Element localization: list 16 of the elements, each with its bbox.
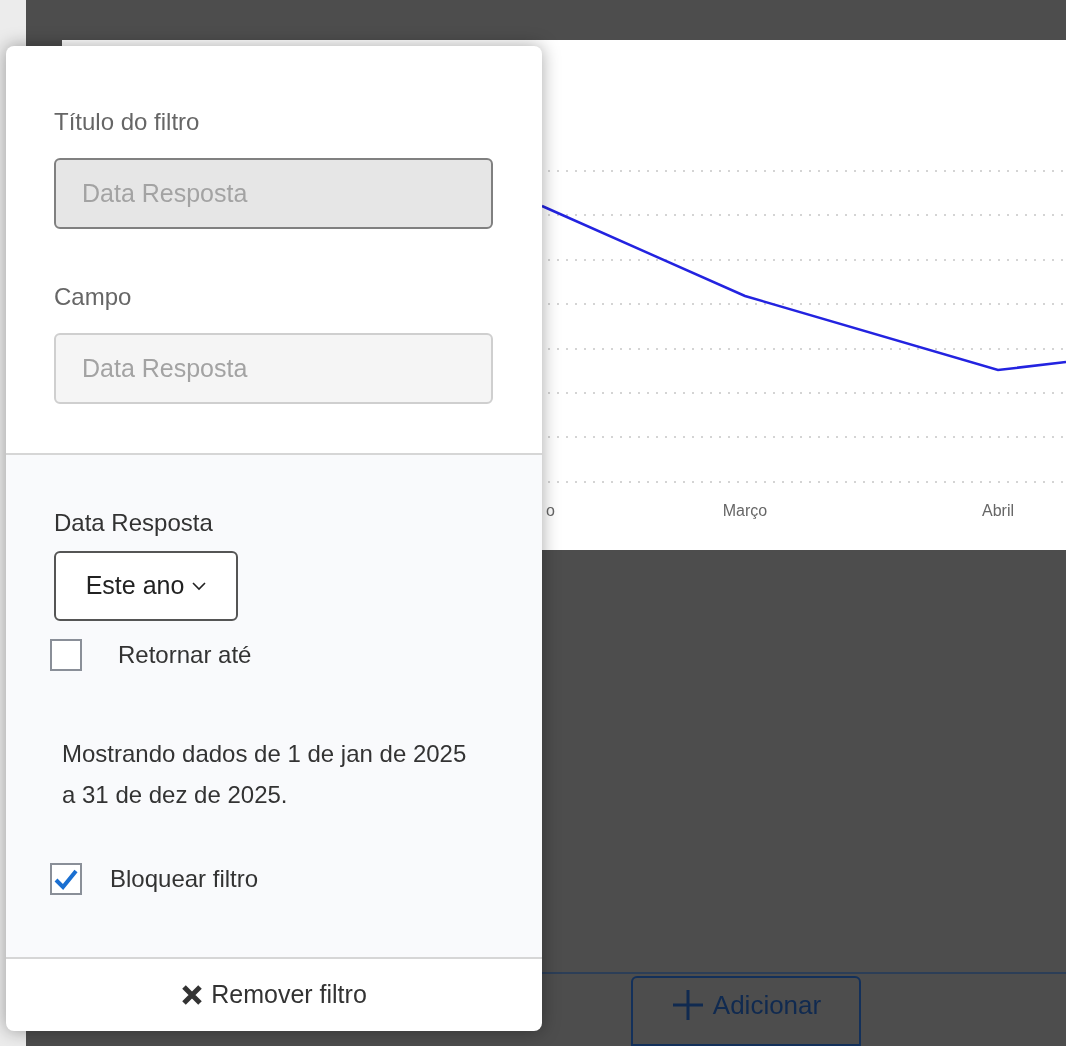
chevron-down-icon (192, 581, 207, 591)
axis-label: o (546, 502, 555, 520)
plus-icon (670, 988, 705, 1022)
checkbox[interactable] (50, 863, 82, 895)
section-label: Data Resposta (54, 508, 214, 538)
checkbox-label: Retornar até (118, 640, 252, 670)
axis-label: Março (722, 502, 768, 520)
range-dropdown[interactable]: Este ano (54, 551, 238, 621)
checkbox-label: Bloquear filtro (110, 864, 259, 894)
checkbox[interactable] (50, 639, 82, 671)
remove-filter-button[interactable]: Remover filtro (181, 976, 367, 1014)
date-range-summary: Mostrando dados de 1 de jan de 2025 a 31 de dez de 2025. (62, 739, 467, 810)
field-label: Campo (54, 282, 133, 312)
field-label: Título do filtro (54, 107, 201, 137)
axis-label: Abril (982, 502, 1014, 520)
close-icon (181, 984, 204, 1006)
